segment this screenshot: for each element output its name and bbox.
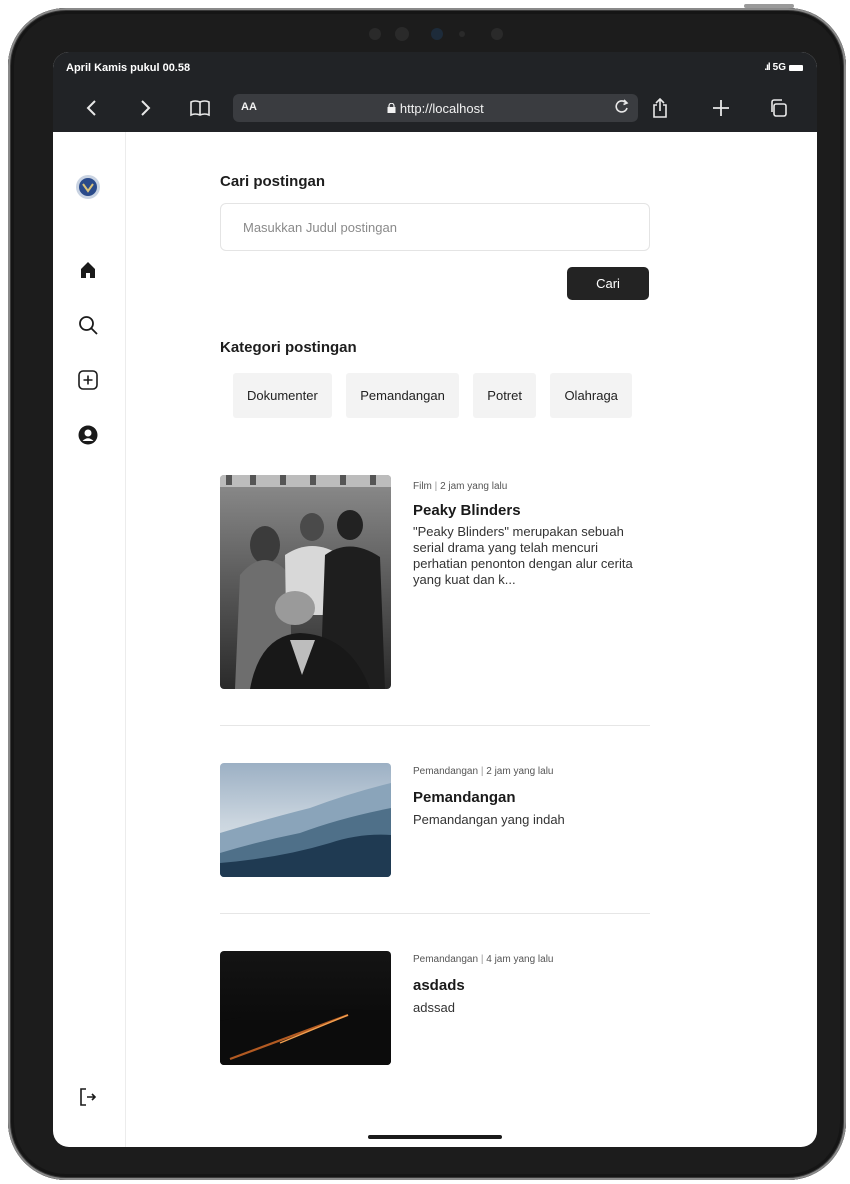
post-category[interactable]: Pemandangan <box>413 766 478 777</box>
bookmarks-icon[interactable] <box>187 96 213 120</box>
top-button <box>744 4 794 8</box>
post-title[interactable]: asdads <box>413 977 465 994</box>
post-item[interactable]: Pemandangan | 2 jam yang lalu Pemandanga… <box>220 763 652 878</box>
home-indicator[interactable] <box>368 1135 502 1139</box>
post-description: adssad <box>413 1000 455 1015</box>
sensor-dot <box>491 28 503 40</box>
camera-lens <box>431 28 443 40</box>
category-chip-pemandangan[interactable]: Pemandangan <box>346 373 459 418</box>
post-meta: Film | 2 jam yang lalu <box>413 481 507 492</box>
status-indicators: .ıl 5G <box>764 62 803 73</box>
post-item[interactable]: Pemandangan | 4 jam yang lalu asdads ads… <box>220 951 652 1066</box>
post-category[interactable]: Film <box>413 481 432 492</box>
post-divider <box>220 913 650 914</box>
url-text: http://localhost <box>233 101 638 116</box>
category-chip-olahraga[interactable]: Olahraga <box>550 373 632 418</box>
signal-icon: .ıl <box>764 62 770 73</box>
back-icon[interactable] <box>78 96 104 120</box>
post-description: Pemandangan yang indah <box>413 812 565 827</box>
search-input[interactable] <box>220 203 650 251</box>
share-icon[interactable] <box>647 96 673 120</box>
post-title[interactable]: Peaky Blinders <box>413 502 521 519</box>
post-thumbnail[interactable] <box>220 951 391 1065</box>
sensor-dot <box>395 27 409 41</box>
screen: April Kamis pukul 00.58 .ıl 5G AA http:/… <box>53 52 817 1147</box>
post-category[interactable]: Pemandangan <box>413 954 478 965</box>
new-tab-icon[interactable] <box>708 96 734 120</box>
profile-icon[interactable] <box>75 422 101 448</box>
post-time: 4 jam yang lalu <box>486 954 554 965</box>
home-icon[interactable] <box>75 257 101 283</box>
post-item[interactable]: Film | 2 jam yang lalu Peaky Blinders "P… <box>220 475 652 690</box>
search-button[interactable]: Cari <box>567 267 649 300</box>
post-time: 2 jam yang lalu <box>440 481 508 492</box>
post-meta: Pemandangan | 4 jam yang lalu <box>413 954 554 965</box>
camera-housing <box>363 24 513 44</box>
category-chip-potret[interactable]: Potret <box>473 373 536 418</box>
post-thumbnail[interactable] <box>220 763 391 877</box>
search-icon[interactable] <box>75 312 101 338</box>
add-icon[interactable] <box>75 367 101 393</box>
post-meta: Pemandangan | 2 jam yang lalu <box>413 766 554 777</box>
browser-toolbar: April Kamis pukul 00.58 .ıl 5G AA http:/… <box>53 52 817 132</box>
url-value: http://localhost <box>399 101 484 116</box>
reload-icon[interactable] <box>614 97 630 120</box>
sidebar <box>53 132 126 1147</box>
post-divider <box>220 725 650 726</box>
sensor-dot <box>369 28 381 40</box>
forward-icon[interactable] <box>133 96 159 120</box>
search-title: Cari postingan <box>220 173 326 190</box>
post-time: 2 jam yang lalu <box>486 766 554 777</box>
address-bar[interactable]: AA http://localhost <box>233 94 638 122</box>
post-title[interactable]: Pemandangan <box>413 789 516 806</box>
category-chip-dokumenter[interactable]: Dokumenter <box>233 373 332 418</box>
tabs-icon[interactable] <box>765 96 791 120</box>
logout-icon[interactable] <box>75 1084 101 1110</box>
categories-title: Kategori postingan <box>220 339 357 356</box>
category-list: Dokumenter Pemandangan Potret Olahraga <box>233 373 649 419</box>
network-label: 5G <box>772 62 786 73</box>
sensor-dot <box>459 31 465 37</box>
status-time: April Kamis pukul 00.58 <box>66 62 191 74</box>
lock-icon <box>387 101 400 116</box>
battery-icon <box>789 64 803 71</box>
post-description: "Peaky Blinders" merupakan sebuah serial… <box>413 524 633 587</box>
logo-icon[interactable] <box>75 174 101 200</box>
post-thumbnail[interactable] <box>220 475 391 689</box>
